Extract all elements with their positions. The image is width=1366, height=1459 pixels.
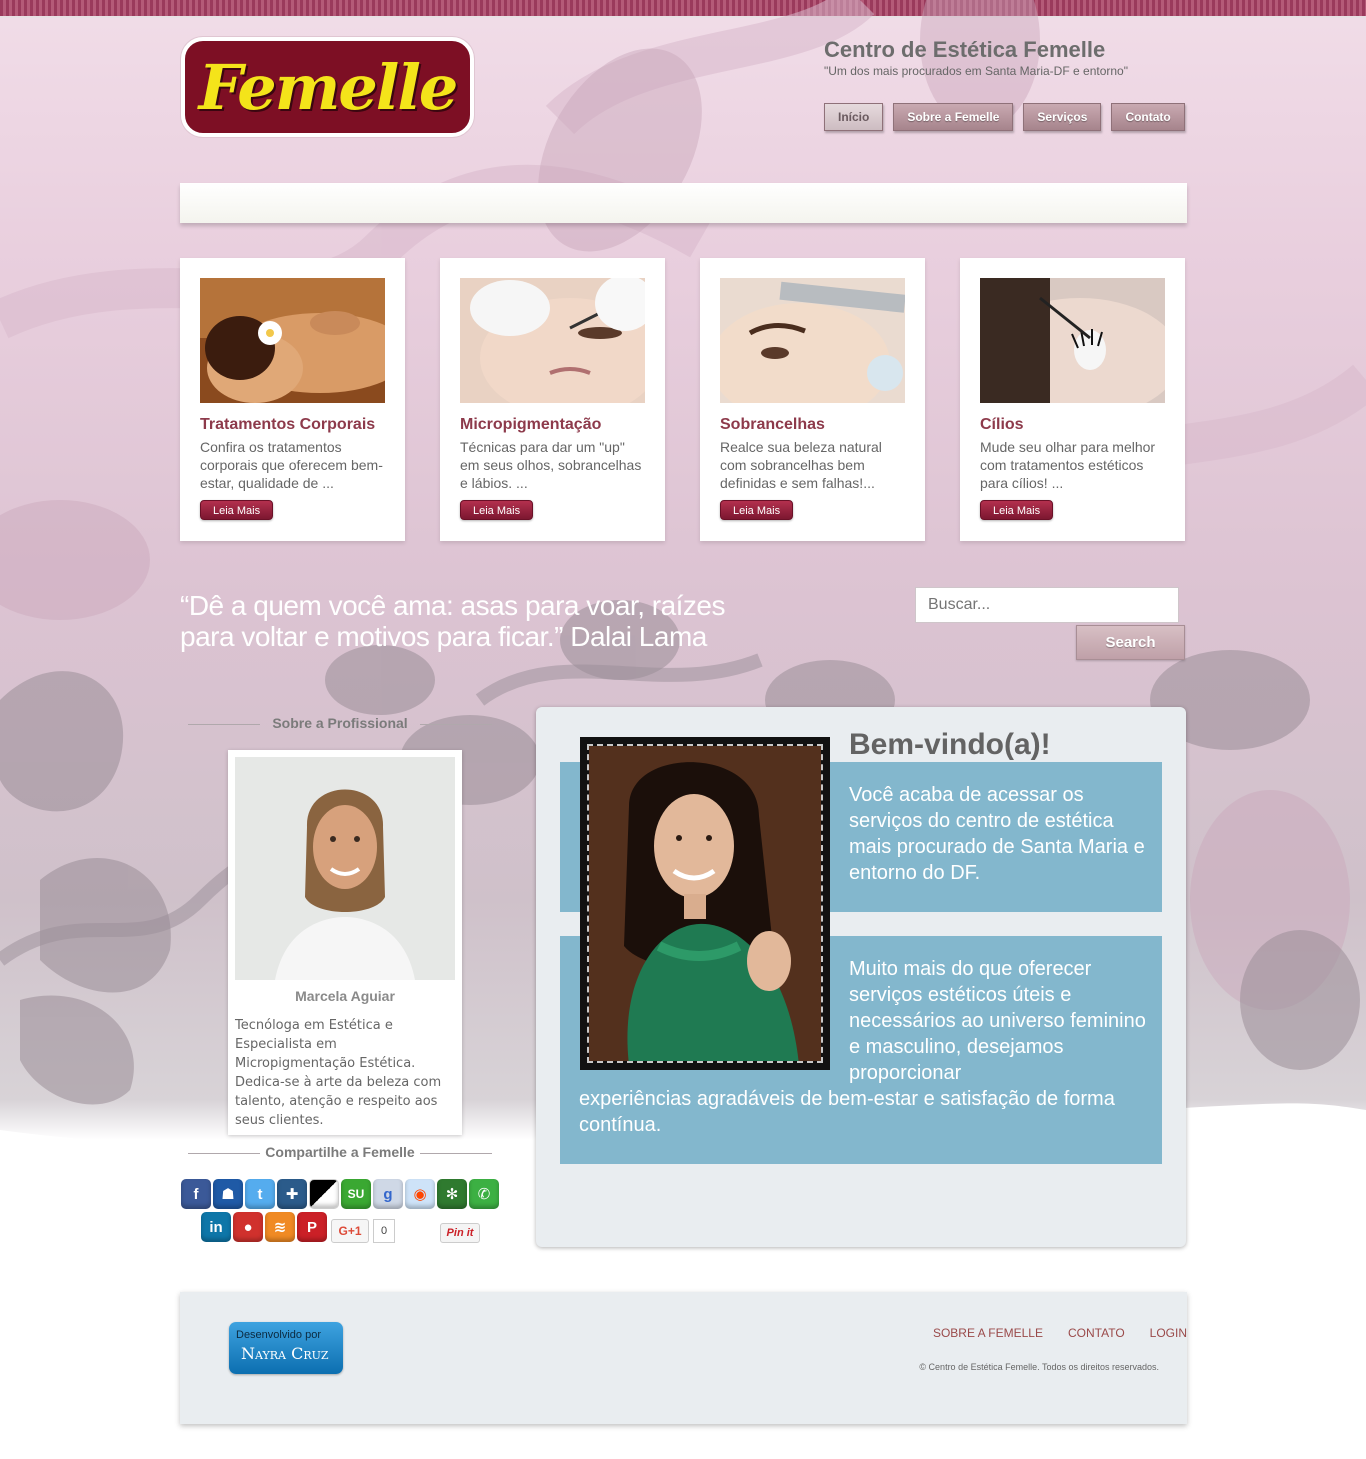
- quote-line-1: “Dê a quem você ama: asas para voar, raí…: [180, 590, 726, 621]
- top-decorative-band: [0, 0, 1366, 18]
- nav-sobre-femelle[interactable]: Sobre a Femelle: [893, 103, 1014, 131]
- footer-links: SOBRE A FEMELLE CONTATO LOGIN: [933, 1326, 1187, 1340]
- evernote-icon[interactable]: ✻: [437, 1179, 467, 1209]
- card-title: Micropigmentação: [460, 416, 602, 433]
- sidebar-heading-share: Compartilhe a Femelle: [188, 1144, 492, 1160]
- search-input[interactable]: [915, 587, 1179, 623]
- welcome-title: Bem-vindo(a)!: [849, 728, 1051, 761]
- welcome-paragraph-1: Você acaba de acessar os serviços do cen…: [849, 784, 1145, 884]
- sidebar-heading-profissional: Sobre a Profissional: [188, 715, 492, 731]
- share-icons-row-2: in ● ≋ P: [201, 1212, 327, 1242]
- google-bookmarks-icon[interactable]: g: [373, 1179, 403, 1209]
- linkedin-icon[interactable]: in: [201, 1212, 231, 1242]
- leia-mais-button[interactable]: Leia Mais: [460, 500, 534, 520]
- developer-name: Nayra Cruz: [241, 1344, 329, 1363]
- professional-name: Marcela Aguiar: [295, 988, 395, 1004]
- quote-line-2: para voltar e motivos para ficar.” Dalai…: [180, 621, 707, 652]
- main-nav: Início Sobre a Femelle Serviços Contato: [824, 103, 1185, 131]
- pinterest-icon[interactable]: P: [297, 1212, 327, 1242]
- google-plus-button[interactable]: G+1: [331, 1219, 369, 1243]
- micropigmentation-photo: [460, 278, 645, 403]
- digg-icon[interactable]: ✚: [277, 1179, 307, 1209]
- google-plus-count: 0: [373, 1219, 395, 1243]
- professional-bio: Tecnóloga em Estética e Especialista em …: [235, 1018, 442, 1128]
- eyelash-photo: [980, 278, 1165, 403]
- whatsapp-icon[interactable]: ✆: [469, 1179, 499, 1209]
- facebook-icon[interactable]: f: [181, 1179, 211, 1209]
- femelle-logo[interactable]: Femelle: [181, 37, 474, 137]
- professional-photo: [235, 757, 455, 980]
- nav-servicos[interactable]: Serviços: [1023, 103, 1102, 131]
- eyebrow-photo: [720, 278, 905, 403]
- card-title: Tratamentos Corporais: [200, 416, 376, 433]
- nav-inicio[interactable]: Início: [824, 103, 884, 131]
- footer-link-login[interactable]: LOGIN: [1150, 1326, 1187, 1340]
- stumbleupon-icon[interactable]: SU: [341, 1179, 371, 1209]
- card-title: Cílios: [980, 416, 1024, 433]
- logo-text: Femelle: [198, 50, 459, 124]
- welcome-paragraph-2a: Muito mais do que oferecer serviços esté…: [849, 958, 1146, 1084]
- pinterest-alt-icon[interactable]: ●: [233, 1212, 263, 1242]
- developer-badge[interactable]: Desenvolvido por Nayra Cruz: [229, 1322, 343, 1374]
- reddit-icon[interactable]: ◉: [405, 1179, 435, 1209]
- twitter-icon[interactable]: t: [245, 1179, 275, 1209]
- professional-card: Marcela Aguiar Tecnóloga em Estética e E…: [228, 750, 462, 1135]
- nav-contato[interactable]: Contato: [1111, 103, 1185, 131]
- site-title: Centro de Estética Femelle: [824, 37, 1106, 62]
- massage-photo: [200, 278, 385, 403]
- service-card-cilios: Cílios Mude seu olhar para melhor com tr…: [960, 258, 1185, 541]
- copyright: © Centro de Estética Femelle. Todos os d…: [919, 1362, 1159, 1372]
- card-text: Mude seu olhar para melhor com tratament…: [980, 439, 1156, 491]
- search-button[interactable]: Search: [1076, 625, 1185, 660]
- card-text: Confira os tratamentos corporais que ofe…: [200, 439, 383, 491]
- footer-link-contato[interactable]: CONTATO: [1068, 1326, 1125, 1340]
- site-tagline: "Um dos mais procurados em Santa Maria-D…: [824, 64, 1128, 78]
- leia-mais-button[interactable]: Leia Mais: [200, 500, 274, 520]
- footer-link-sobre[interactable]: SOBRE A FEMELLE: [933, 1326, 1043, 1340]
- slider-bar: [180, 183, 1187, 223]
- rss-icon[interactable]: ≋: [265, 1212, 295, 1242]
- delicious-icon[interactable]: [309, 1179, 339, 1209]
- card-title: Sobrancelhas: [720, 416, 825, 433]
- welcome-portrait: [580, 737, 830, 1070]
- share-icons-row-1: f ☗ t ✚ SU g ◉ ✻ ✆: [181, 1179, 499, 1209]
- myspace-icon[interactable]: ☗: [213, 1179, 243, 1209]
- leia-mais-button[interactable]: Leia Mais: [720, 500, 794, 520]
- woman-portrait-image: [589, 746, 821, 1061]
- pin-it-button[interactable]: Pin it: [440, 1223, 480, 1243]
- developer-label: Desenvolvido por: [236, 1329, 321, 1341]
- welcome-paragraph-2b: experiências agradáveis de bem-estar e s…: [579, 1088, 1115, 1136]
- leia-mais-button[interactable]: Leia Mais: [980, 500, 1054, 520]
- service-card-tratamentos: Tratamentos Corporais Confira os tratame…: [180, 258, 405, 541]
- quote: “Dê a quem você ama: asas para voar, raí…: [180, 590, 800, 652]
- service-card-micropigmentacao: Micropigmentação Técnicas para dar um "u…: [440, 258, 665, 541]
- card-text: Realce sua beleza natural com sobrancelh…: [720, 439, 882, 491]
- service-card-sobrancelhas: Sobrancelhas Realce sua beleza natural c…: [700, 258, 925, 541]
- card-text: Técnicas para dar um "up" em seus olhos,…: [460, 439, 642, 491]
